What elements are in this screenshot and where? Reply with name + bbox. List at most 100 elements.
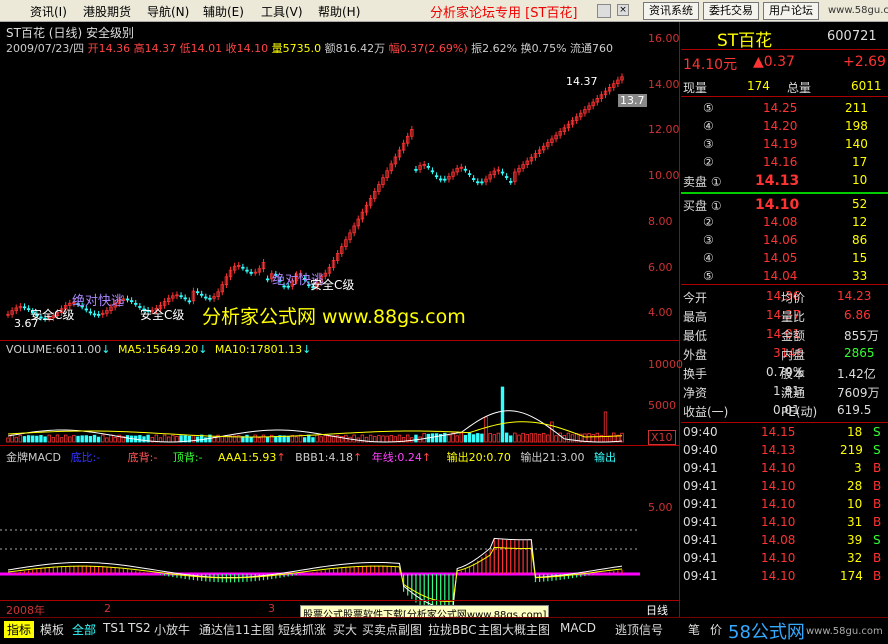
price-tick: 16.00 [648, 32, 680, 45]
tab-template[interactable]: 模板 [40, 621, 64, 638]
candle-body [480, 181, 484, 184]
volume-bar [88, 436, 93, 443]
menu-info[interactable]: 资讯(I) [30, 3, 67, 20]
watermark-center: 分析家公式网 www.88gs.com [202, 306, 466, 328]
volume-bar [327, 435, 332, 443]
stat-row: 最高 14.37 量比 6.86 [683, 308, 871, 324]
tick-row: 09:40 14.13 219 S [683, 443, 881, 457]
volume-bar [385, 435, 389, 443]
volume-bar [195, 436, 200, 443]
stat-row: 净资 1.81 流通 7609万 [683, 384, 880, 400]
tab-bs-point[interactable]: 买卖点副图 [362, 621, 422, 638]
candle-body [434, 175, 439, 178]
volume-bar [307, 434, 311, 443]
period-label[interactable]: 日线 [646, 602, 668, 618]
macd-tick: 5.00 [648, 501, 673, 514]
menu-navigate[interactable]: 导航(N) [147, 3, 189, 20]
tab-short[interactable]: 短线抓涨 [278, 621, 326, 638]
stock-code: 600721 [827, 29, 877, 44]
candle-body [183, 297, 187, 300]
volume-bar [142, 436, 146, 443]
price-tick: 8.00 [648, 215, 673, 228]
tick-row: 09:40 14.15 18 S [683, 425, 881, 439]
tab-xiaofangniu[interactable]: 小放牛 [154, 621, 190, 638]
sell-level: ⑤ 14.25 211 [703, 101, 868, 115]
candle-body [129, 300, 134, 303]
tab-ts2[interactable]: TS2 [128, 621, 151, 635]
volume-bar [471, 434, 476, 443]
tab-ts1[interactable]: TS1 [103, 621, 126, 635]
volume-bar [591, 434, 595, 443]
tab-indicator[interactable]: 指标 [4, 621, 35, 638]
volume-bar [294, 436, 299, 443]
tab-jia[interactable]: 价 [710, 621, 722, 638]
volume-bar [570, 434, 575, 443]
indicator-tabs: 指标 模板 全部 TS1 TS2 小放牛 通达信11主图 短线抓涨 买大 买卖点… [0, 617, 888, 643]
watermark-bottom-url: www.58gu.com [806, 626, 883, 637]
candle-body [84, 308, 88, 311]
volume-bar [434, 433, 439, 443]
volume-bar [484, 416, 488, 443]
volume-bar [377, 435, 381, 443]
tab-main-chart[interactable]: 主图大概主图 [478, 621, 550, 638]
volume-bar [459, 432, 463, 443]
volume-bar [488, 433, 492, 443]
dropdown-icon[interactable] [597, 4, 611, 18]
volume-bar [96, 436, 101, 443]
tab-all[interactable]: 全部 [72, 621, 96, 638]
tab-macd[interactable]: MACD [560, 621, 596, 635]
tab-tdx11[interactable]: 通达信11主图 [199, 621, 274, 638]
tick-row: 09:41 14.10 174 B [683, 569, 882, 583]
close-icon[interactable]: × [617, 4, 629, 16]
volume-bar [162, 434, 167, 443]
candle-body [463, 168, 468, 171]
volume-bar [612, 432, 616, 443]
tab-bi[interactable]: 笔 [688, 621, 700, 638]
volume-bar [389, 435, 393, 443]
candle-body [249, 271, 253, 274]
price-tick: 12.00 [648, 123, 680, 136]
buy-level: ③ 14.06 86 [703, 233, 868, 247]
trade-button[interactable]: 委托交易 [703, 2, 759, 20]
volume-bar [68, 436, 72, 443]
volume-bar [18, 434, 23, 443]
volume-bar [220, 436, 224, 443]
info-system-button[interactable]: 资讯系统 [643, 2, 699, 20]
price-change: ▲0.37 [753, 54, 795, 70]
candle-body [208, 297, 212, 300]
tab-escape[interactable]: 逃顶信号 [615, 621, 663, 638]
volume-bar [550, 421, 554, 443]
quote-panel: ST百花 600721 14.10元 ▲0.37 +2.69 现量 174 总量… [681, 22, 888, 617]
forum-button[interactable]: 用户论坛 [763, 2, 819, 20]
tab-buy-big[interactable]: 买大 [333, 621, 357, 638]
candle-body [426, 165, 431, 168]
tick-row: 09:41 14.10 3 B [683, 461, 882, 475]
tick-row: 09:41 14.10 31 B [683, 515, 882, 529]
sell-level: ④ 14.20 198 [703, 119, 868, 133]
menu-help[interactable]: 帮助(H) [318, 3, 360, 20]
menu-assist[interactable]: 辅助(E) [203, 3, 244, 20]
pane-divider [0, 340, 680, 341]
candle-body [204, 296, 208, 299]
signal-label: 安全C级 [310, 278, 355, 292]
volume-bar [109, 434, 113, 443]
pane-divider [0, 600, 680, 601]
forum-title: 分析家论坛专用 [ST百花] [430, 6, 578, 21]
volume-bar [22, 436, 27, 443]
signal-label: 安全C级 [30, 308, 75, 322]
volume-bar [542, 432, 546, 443]
candle-body [187, 300, 192, 303]
volume-bar [113, 436, 117, 443]
candle-body [509, 181, 513, 183]
volume-bar [451, 432, 455, 443]
main-chart[interactable]: ST百花 (日线) 安全级别 2009/07/23/四 开14.36 高14.3… [0, 22, 683, 622]
tab-bbc[interactable]: 拉拢BBC [428, 621, 477, 638]
volume-bar [381, 435, 385, 443]
chart-title: ST百花 (日线) 安全级别 [6, 26, 134, 40]
candle-body [88, 311, 93, 314]
menu-tools[interactable]: 工具(V) [261, 3, 303, 20]
candle-body [92, 313, 97, 316]
menu-hk-futures[interactable]: 港股期货 [83, 3, 131, 20]
volume-bar [463, 434, 468, 443]
tick-row: 09:41 14.10 28 B [683, 479, 882, 493]
